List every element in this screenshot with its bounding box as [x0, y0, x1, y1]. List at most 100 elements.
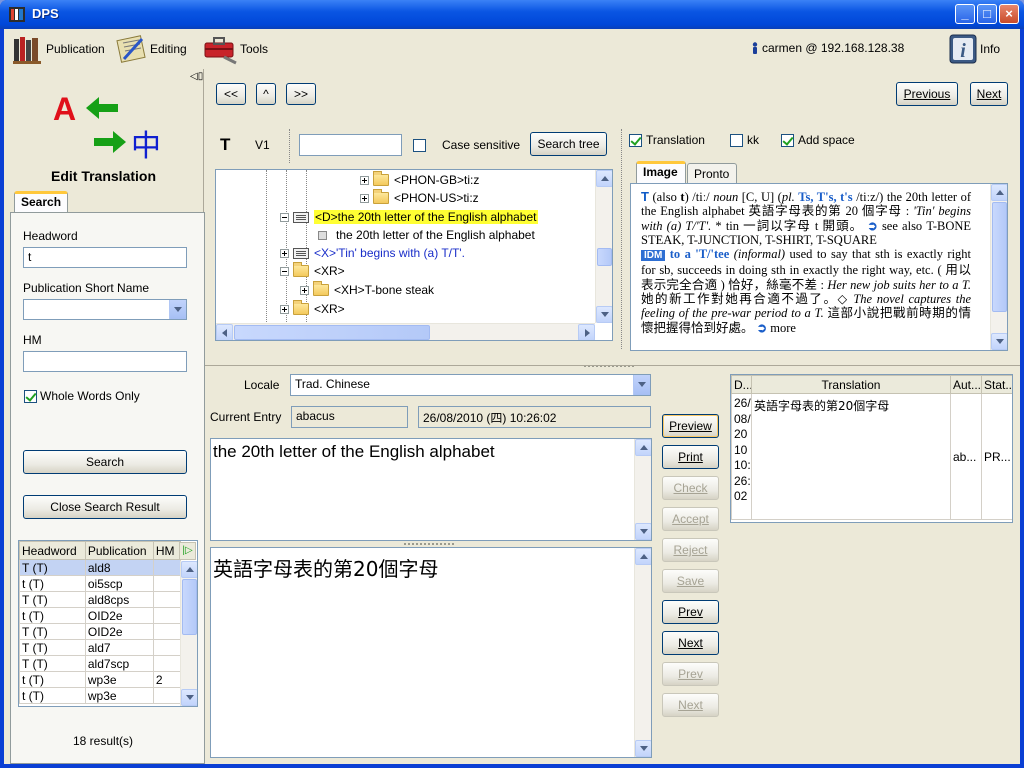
scroll-up-arrow-icon[interactable]: [635, 548, 651, 565]
menu-publication[interactable]: Publication: [12, 33, 105, 65]
tab-search[interactable]: Search: [14, 191, 68, 212]
scroll-up-arrow-icon[interactable]: [596, 170, 612, 187]
scroll-down-arrow-icon[interactable]: [991, 333, 1007, 350]
last-entry-button[interactable]: >>: [286, 83, 316, 105]
vertical-splitter[interactable]: [621, 129, 622, 349]
results-scrollbar[interactable]: [180, 561, 197, 706]
table-row[interactable]: t (T) OID2e: [19, 607, 182, 624]
column-header-translation[interactable]: Translation: [751, 375, 951, 394]
tree-node[interactable]: <PHON-GB>ti:z: [360, 171, 479, 189]
preview-button[interactable]: Preview: [662, 414, 719, 438]
scroll-up-arrow-icon[interactable]: [181, 561, 197, 578]
collapse-icon[interactable]: [280, 212, 289, 222]
search-tree-button[interactable]: Search tree: [530, 132, 607, 156]
scrollbar-thumb[interactable]: [234, 325, 430, 340]
translation-scrollbar[interactable]: [634, 548, 651, 757]
expand-icon[interactable]: [360, 193, 369, 203]
tab-pronto[interactable]: Pronto: [687, 163, 737, 183]
scroll-up-arrow-icon[interactable]: [991, 184, 1007, 201]
tree-vertical-scrollbar[interactable]: [595, 170, 612, 323]
search-button[interactable]: Search: [23, 450, 187, 474]
column-header-date[interactable]: D...: [731, 375, 752, 394]
table-row[interactable]: T (T) ald7scp: [19, 655, 182, 672]
scroll-right-arrow-icon[interactable]: [578, 324, 595, 340]
tree-node[interactable]: the 20th letter of the English alphabet: [318, 226, 535, 244]
add-space-checkbox[interactable]: [781, 134, 794, 147]
expand-icon[interactable]: [280, 304, 289, 314]
reject-button[interactable]: Reject: [662, 538, 719, 562]
table-row[interactable]: t (T) wp3e 2: [19, 671, 182, 688]
maximize-button[interactable]: □: [977, 4, 997, 24]
column-header-author[interactable]: Aut...: [950, 375, 982, 394]
source-text-area[interactable]: the 20th letter of the English alphabet: [210, 438, 652, 541]
prev-translation-button[interactable]: Prev: [662, 600, 719, 624]
close-search-result-button[interactable]: Close Search Result: [23, 495, 187, 519]
next-history-button[interactable]: Next: [662, 693, 719, 717]
table-row[interactable]: T (T) ald7: [19, 639, 182, 656]
column-chooser-icon[interactable]: |▷: [179, 542, 196, 560]
save-button[interactable]: Save: [662, 569, 719, 593]
collapse-panel-button[interactable]: ◁▯: [190, 71, 203, 82]
case-sensitive-checkbox[interactable]: [413, 139, 426, 152]
prev-history-button[interactable]: Prev: [662, 662, 719, 686]
translation-text-area[interactable]: 英語字母表的第20個字母: [210, 547, 652, 758]
close-window-button[interactable]: ×: [999, 4, 1019, 24]
collapse-icon[interactable]: [280, 266, 289, 276]
table-row[interactable]: t (T) oi5scp: [19, 575, 182, 592]
translation-checkbox[interactable]: [629, 134, 642, 147]
tree-node[interactable]: <PHON-US>ti:z: [360, 189, 479, 207]
scroll-down-arrow-icon[interactable]: [181, 689, 197, 706]
next-button[interactable]: Next: [970, 82, 1008, 106]
previous-button[interactable]: Previous: [896, 82, 958, 106]
scroll-down-arrow-icon[interactable]: [596, 306, 612, 323]
next-translation-button[interactable]: Next: [662, 631, 719, 655]
tree-horizontal-scrollbar[interactable]: [216, 323, 595, 340]
expand-icon[interactable]: [300, 285, 309, 295]
tree-node-selected[interactable]: <D>the 20th letter of the English alphab…: [280, 208, 538, 226]
expand-icon[interactable]: [360, 175, 369, 185]
whole-words-checkbox[interactable]: [24, 390, 37, 403]
tree-search-input[interactable]: [299, 134, 402, 156]
scroll-down-arrow-icon[interactable]: [635, 740, 651, 757]
tree-node[interactable]: <XR>: [280, 262, 345, 280]
table-row[interactable]: T (T) OID2e: [19, 623, 182, 640]
edit-splitter[interactable]: [404, 543, 454, 546]
table-row[interactable]: T (T) ald8: [19, 559, 182, 576]
menu-editing[interactable]: Editing: [116, 33, 187, 65]
tree-node[interactable]: <XR>: [280, 300, 345, 318]
parent-entry-button[interactable]: ^: [256, 83, 276, 105]
scrollbar-thumb[interactable]: [182, 579, 197, 635]
tree-node[interactable]: <XH>T-bone steak: [300, 281, 434, 299]
locale-select[interactable]: Trad. Chinese: [290, 374, 651, 396]
scrollbar-thumb[interactable]: [992, 202, 1007, 312]
scroll-up-arrow-icon[interactable]: [635, 439, 651, 456]
chevron-down-icon[interactable]: [633, 375, 650, 395]
column-header-headword[interactable]: Headword: [19, 541, 86, 560]
first-entry-button[interactable]: <<: [216, 83, 246, 105]
menu-info[interactable]: i Info: [948, 33, 1000, 65]
column-header-status[interactable]: Stat...: [981, 375, 1012, 394]
expand-icon[interactable]: [280, 248, 289, 258]
print-button[interactable]: Print: [662, 445, 719, 469]
preview-scrollbar[interactable]: [990, 184, 1007, 350]
menu-tools[interactable]: Tools: [202, 33, 268, 65]
column-header-publication[interactable]: Publication: [84, 541, 154, 560]
minimize-button[interactable]: _: [955, 4, 975, 24]
publication-select[interactable]: [23, 299, 187, 320]
chevron-down-icon[interactable]: [169, 300, 186, 319]
title-bar[interactable]: DPS _ □ ×: [0, 0, 1024, 29]
accept-button[interactable]: Accept: [662, 507, 719, 531]
history-row[interactable]: 26/ 08/ 20 10 10: 26: 02 英語字母表的第20個字母 ab…: [731, 393, 1012, 520]
source-scrollbar[interactable]: [634, 439, 651, 540]
table-row[interactable]: T (T) ald8cps: [19, 591, 182, 608]
tab-image[interactable]: Image: [636, 161, 686, 183]
kk-checkbox[interactable]: [730, 134, 743, 147]
dict-more-link[interactable]: more: [770, 321, 796, 335]
table-row[interactable]: t (T) wp3e: [19, 687, 182, 704]
headword-input[interactable]: t: [23, 247, 187, 268]
check-button[interactable]: Check: [662, 476, 719, 500]
column-header-hm[interactable]: HM: [152, 541, 182, 560]
scroll-down-arrow-icon[interactable]: [635, 523, 651, 540]
scroll-left-arrow-icon[interactable]: [216, 324, 233, 340]
scrollbar-thumb[interactable]: [597, 248, 612, 266]
